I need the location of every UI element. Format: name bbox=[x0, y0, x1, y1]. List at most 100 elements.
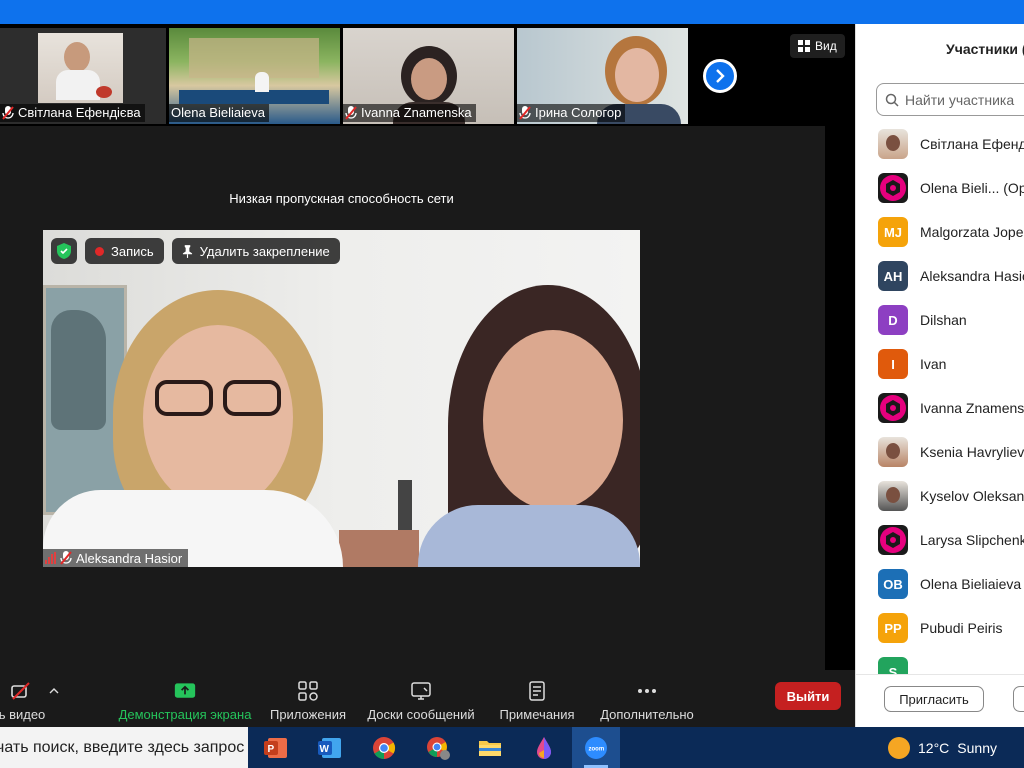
zoom-window: Світлана Ефендієва Olena Bieliaieva Ivan… bbox=[0, 0, 1024, 768]
low-signal-icon bbox=[45, 552, 56, 564]
mute-all-button[interactable] bbox=[1013, 686, 1024, 712]
participant-row[interactable]: PP Pubudi Peiris bbox=[856, 606, 1024, 650]
participant-row[interactable]: Kyselov Oleksand bbox=[856, 474, 1024, 518]
search-icon bbox=[885, 93, 899, 107]
powerpoint-taskbar-button[interactable]: P bbox=[252, 727, 300, 768]
chrome-icon bbox=[373, 736, 395, 759]
aperture-logo-icon bbox=[878, 525, 908, 555]
participant-name-label: Olena Bieliaieva bbox=[169, 104, 269, 122]
participant-name: Світлана Ефенді bbox=[920, 136, 1024, 152]
word-taskbar-button[interactable]: W bbox=[306, 727, 354, 768]
whiteboard-icon bbox=[411, 682, 431, 700]
video-toggle-button[interactable]: ь видео bbox=[0, 676, 52, 722]
chrome-profile-taskbar-button[interactable] bbox=[414, 727, 462, 768]
title-bar bbox=[0, 0, 1024, 24]
security-shield-icon bbox=[51, 238, 77, 264]
chevron-up-icon bbox=[49, 688, 59, 694]
svg-text:W: W bbox=[320, 744, 330, 755]
taskbar-search-box[interactable]: чать поиск, введите здесь запрос bbox=[0, 727, 248, 768]
weather-widget[interactable]: 12°C Sunny bbox=[888, 727, 997, 768]
participant-name: Kyselov Oleksand bbox=[920, 488, 1024, 504]
folder-icon bbox=[479, 740, 501, 756]
zoom-app-icon: zoom bbox=[585, 736, 607, 759]
video-overlay-controls: Запись Удалить закрепление bbox=[51, 238, 340, 264]
participant-photo bbox=[878, 481, 908, 511]
svg-text:P: P bbox=[268, 744, 275, 755]
participant-row[interactable]: Ksenia Havrylieva bbox=[856, 430, 1024, 474]
apps-button[interactable]: Приложения bbox=[268, 676, 348, 722]
participants-panel: Участники ( Найти участника Світлана Ефе… bbox=[855, 24, 1024, 727]
word-icon: W bbox=[318, 737, 341, 758]
file-explorer-taskbar-button[interactable] bbox=[466, 727, 514, 768]
participant-thumbnail[interactable]: Світлана Ефендієва bbox=[0, 28, 166, 124]
participant-avatar: AH bbox=[878, 261, 908, 291]
participant-row[interactable]: MJ Malgorzata Jope bbox=[856, 210, 1024, 254]
participant-name: Ksenia Havrylieva bbox=[920, 444, 1024, 460]
video-off-icon bbox=[11, 682, 30, 700]
sun-icon bbox=[888, 736, 910, 759]
participant-avatar: MJ bbox=[878, 217, 908, 247]
mic-muted-icon bbox=[2, 106, 14, 120]
video-stage: Світлана Ефендієва Olena Bieliaieva Ivan… bbox=[0, 24, 855, 670]
zoom-taskbar-button[interactable]: zoom bbox=[572, 727, 620, 768]
participant-photo bbox=[878, 437, 908, 467]
whiteboards-button[interactable]: Доски сообщений bbox=[365, 676, 477, 722]
participant-name: Ivan bbox=[920, 356, 947, 372]
more-dots-icon bbox=[638, 689, 656, 693]
chrome-profile-icon bbox=[427, 736, 450, 760]
participant-row[interactable]: Larysa Slipchenko bbox=[856, 518, 1024, 562]
participant-avatar: OB bbox=[878, 569, 908, 599]
participant-name: Pubudi Peiris bbox=[920, 620, 1003, 636]
participant-row[interactable]: Світлана Ефенді bbox=[856, 122, 1024, 166]
apps-icon bbox=[298, 681, 318, 701]
more-button[interactable]: Дополнительно bbox=[598, 676, 696, 722]
panel-title: Участники ( bbox=[946, 41, 1024, 57]
participant-photo bbox=[878, 129, 908, 159]
participant-avatar: I bbox=[878, 349, 908, 379]
participant-row[interactable]: Ivanna Znamensk bbox=[856, 386, 1024, 430]
color-drop-icon bbox=[537, 736, 551, 759]
powerpoint-icon: P bbox=[264, 737, 287, 758]
participant-search-input[interactable]: Найти участника bbox=[876, 83, 1024, 116]
leave-meeting-button[interactable]: Выйти bbox=[775, 682, 841, 710]
participant-row[interactable]: Olena Bieli... (Ор bbox=[856, 166, 1024, 210]
pin-icon bbox=[182, 244, 192, 258]
record-dot-icon bbox=[95, 246, 104, 256]
aperture-logo-icon bbox=[878, 393, 908, 423]
participant-name: Ivanna Znamensk bbox=[920, 400, 1024, 416]
aperture-logo-icon bbox=[878, 173, 908, 203]
chevron-right-icon bbox=[716, 69, 725, 83]
unpin-button[interactable]: Удалить закрепление bbox=[171, 238, 340, 264]
share-screen-button[interactable]: Демонстрация экрана bbox=[118, 676, 252, 722]
meeting-toolbar: ь видео Демонстрация экрана Приложения Д… bbox=[0, 670, 855, 727]
participant-thumbnail[interactable]: Ivanna Znamenska bbox=[343, 28, 514, 124]
invite-button[interactable]: Пригласить bbox=[884, 686, 984, 712]
next-page-button[interactable] bbox=[703, 59, 737, 93]
notes-button[interactable]: Примечания bbox=[498, 676, 576, 722]
active-speaker-area: Низкая пропускная способность сети Запис… bbox=[0, 126, 825, 670]
windows-taskbar: чать поиск, введите здесь запрос P W zoo… bbox=[0, 727, 1024, 768]
participant-name-label: Ivanna Znamenska bbox=[343, 104, 476, 122]
participant-row[interactable]: OB Olena Bieliaieva bbox=[856, 562, 1024, 606]
participant-name: Larysa Slipchenko bbox=[920, 532, 1024, 548]
pinned-video[interactable]: Запись Удалить закрепление Aleksandra Ha… bbox=[43, 230, 640, 567]
participant-name: Malgorzata Jope bbox=[920, 224, 1024, 240]
participant-name: Olena Bieli... (Ор bbox=[920, 180, 1024, 196]
participant-thumbnail[interactable]: Ірина Сологор bbox=[517, 28, 688, 124]
recording-indicator[interactable]: Запись bbox=[85, 238, 164, 264]
participant-row[interactable]: D Dilshan bbox=[856, 298, 1024, 342]
view-button[interactable]: Вид bbox=[790, 34, 845, 58]
participant-name-label: Світлана Ефендієва bbox=[0, 104, 145, 122]
chrome-taskbar-button[interactable] bbox=[360, 727, 408, 768]
participant-name: Aleksandra Hasio bbox=[920, 268, 1024, 284]
participant-row[interactable]: I Ivan bbox=[856, 342, 1024, 386]
participant-name: Olena Bieliaieva bbox=[920, 576, 1022, 592]
mic-muted-icon bbox=[519, 106, 531, 120]
paint-app-taskbar-button[interactable] bbox=[520, 727, 568, 768]
video-options-caret[interactable] bbox=[46, 674, 62, 694]
bandwidth-notice: Низкая пропускная способность сети bbox=[229, 191, 454, 206]
participant-avatar: D bbox=[878, 305, 908, 335]
participant-avatar: PP bbox=[878, 613, 908, 643]
participant-row[interactable]: AH Aleksandra Hasio bbox=[856, 254, 1024, 298]
participant-thumbnail[interactable]: Olena Bieliaieva bbox=[169, 28, 340, 124]
